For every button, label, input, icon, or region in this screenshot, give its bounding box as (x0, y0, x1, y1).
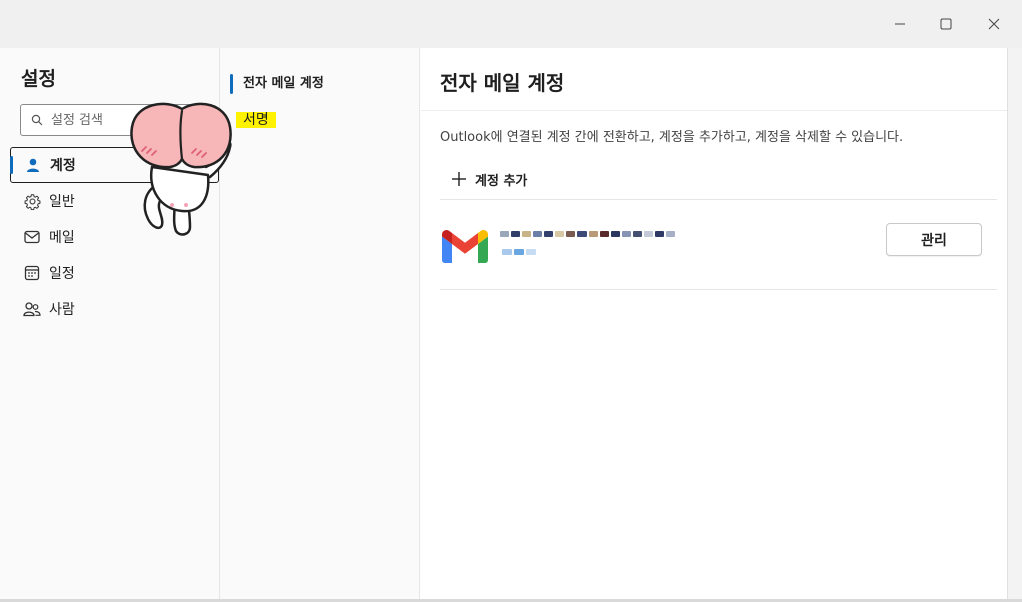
peach-sticker-icon (130, 102, 232, 236)
search-icon (31, 114, 43, 126)
manage-account-button[interactable]: 관리 (886, 223, 982, 256)
close-button[interactable] (981, 11, 1007, 37)
title-bar (0, 0, 1022, 48)
add-account-label: 계정 추가 (475, 173, 528, 189)
subnav-item-label: 서명 (236, 112, 276, 128)
subnav-item-signature[interactable]: 서명 (236, 110, 276, 130)
nav-item-people[interactable]: 사람 (10, 291, 219, 327)
nav-label: 일반 (49, 194, 75, 210)
settings-title: 설정 (21, 68, 56, 90)
gear-icon (22, 191, 42, 211)
title-divider (421, 110, 1007, 111)
close-icon (988, 18, 1000, 30)
background-window-edge (1007, 48, 1022, 602)
nav-label: 일정 (49, 266, 75, 282)
maximize-button[interactable] (933, 11, 959, 37)
calendar-icon (22, 263, 42, 283)
mail-icon (22, 227, 42, 247)
nav-label: 메일 (49, 230, 75, 246)
minimize-icon (895, 23, 905, 25)
nav-item-calendar[interactable]: 일정 (10, 255, 219, 291)
person-icon (23, 155, 43, 175)
add-account-button[interactable]: 계정 추가 (451, 165, 527, 193)
nav-label: 계정 (50, 158, 76, 174)
redacted-subtext-pixels (502, 248, 536, 256)
subnav-item-email-accounts[interactable]: 전자 메일 계정 (230, 74, 324, 94)
account-row: 관리 (440, 199, 997, 290)
page-title: 전자 메일 계정 (440, 71, 565, 95)
nav-label: 사람 (49, 302, 75, 318)
page-description: Outlook에 연결된 계정 간에 전환하고, 계정을 추가하고, 계정을 삭… (440, 130, 904, 145)
plus-icon (451, 171, 467, 187)
main-content: 전자 메일 계정 Outlook에 연결된 계정 간에 전환하고, 계정을 추가… (421, 48, 1007, 602)
maximize-icon (940, 18, 952, 30)
gmail-icon (442, 230, 488, 263)
minimize-button[interactable] (887, 11, 913, 37)
accounts-subnav: 전자 메일 계정 서명 (220, 48, 420, 602)
redacted-email-pixels (500, 228, 675, 240)
people-icon (22, 299, 42, 319)
